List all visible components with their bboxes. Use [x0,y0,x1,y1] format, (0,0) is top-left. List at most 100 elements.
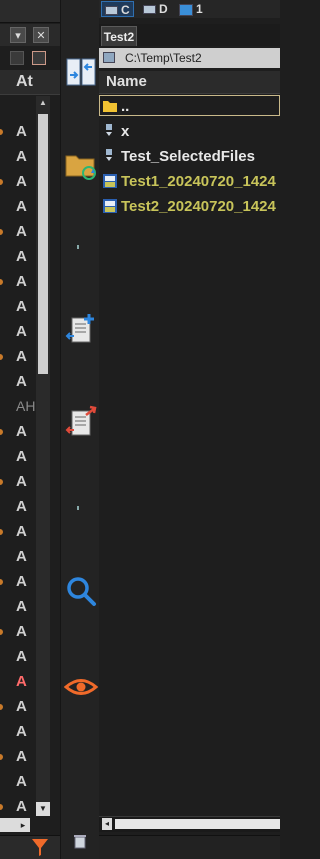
attribute-header-label: At [16,73,33,90]
scroll-thumb[interactable] [115,819,280,829]
attribute-row[interactable]: A [0,171,36,196]
file-list: .. x Test_SelectedFiles Test1_20240720_1… [99,95,280,220]
path-bar[interactable]: C:\Temp\Test2 [99,48,280,68]
attribute-row[interactable]: A [0,246,36,271]
settings-icon[interactable] [32,51,46,65]
tab-test2[interactable]: Test2 [101,26,137,46]
attribute-value: A [16,698,27,715]
attribute-row[interactable]: A [0,121,36,146]
row-marker [0,579,3,585]
list-item[interactable]: Test_SelectedFiles [99,145,280,170]
sync-folder-icon[interactable] [64,148,98,182]
attribute-row[interactable]: A [0,346,36,371]
attribute-row[interactable]: A [0,546,36,571]
scroll-right-arrow-icon[interactable]: ▸ [17,818,29,832]
separator-tick [77,506,79,510]
text-file-icon [103,174,117,188]
attribute-row[interactable]: A [0,296,36,321]
attribute-value: A [16,173,27,190]
command-strip [60,0,100,859]
attribute-value: A [16,423,27,440]
attribute-value: A [16,773,27,790]
dropdown-button[interactable]: ▾ [10,27,26,43]
attribute-row[interactable]: A [0,521,36,546]
attribute-value: A [16,598,27,615]
scroll-left-arrow-icon[interactable]: ◂ [102,818,112,830]
attribute-value: A [16,123,27,140]
row-marker [0,529,3,535]
recycle-bin-icon[interactable] [73,833,87,849]
attribute-row[interactable]: A [0,446,36,471]
row-marker [0,354,3,360]
close-button[interactable]: ✕ [33,27,49,43]
drive-label: 1 [196,2,203,16]
attribute-value: A [16,148,27,165]
attribute-row[interactable]: AH [0,396,36,421]
left-toolbar: ▾ ✕ [0,24,60,46]
hard-drive-icon [143,5,156,15]
attribute-row[interactable]: A [0,771,36,796]
drive-d-button[interactable]: D [143,1,168,17]
file-name: Test2_20240720_1424 [121,198,276,215]
left-row-blank [0,96,36,118]
attribute-row[interactable]: A [0,621,36,646]
move-icon[interactable] [64,405,98,439]
file-list-empty-area[interactable] [99,214,280,814]
attribute-row[interactable]: A [0,646,36,671]
tab-bar: Test2 [99,24,280,46]
search-icon[interactable] [64,575,98,609]
network-drive-button[interactable]: 1 [179,1,203,17]
attribute-row[interactable]: A [0,671,36,696]
list-item[interactable]: Test1_20240720_1424 [99,170,280,195]
drive-label: D [159,2,168,16]
row-marker [0,129,3,135]
attribute-row[interactable]: A [0,421,36,446]
attribute-value: A [16,498,27,515]
scroll-down-arrow-icon[interactable]: ▼ [36,802,50,816]
drive-label: C [121,3,130,17]
attribute-value: A [16,473,27,490]
row-marker [0,704,3,710]
current-path: C:\Temp\Test2 [125,51,202,65]
separator-tick [77,245,79,249]
list-item[interactable]: x [99,120,280,145]
copy-add-icon[interactable] [64,312,98,346]
attribute-value: A [16,573,27,590]
scroll-up-arrow-icon[interactable]: ▲ [36,96,50,110]
scroll-thumb[interactable] [38,114,48,374]
name-header-label: Name [106,73,147,90]
file-name: Test1_20240720_1424 [121,173,276,190]
text-file-icon [103,199,117,213]
right-horizontal-scrollbar[interactable]: ◂ [99,816,280,832]
attribute-value: A [16,648,27,665]
attribute-column-header[interactable]: At [0,70,60,95]
attribute-row[interactable]: A [0,321,36,346]
attribute-row[interactable]: A [0,471,36,496]
name-column-header[interactable]: Name [99,71,280,94]
row-marker [0,179,3,185]
attribute-row[interactable]: A [0,696,36,721]
compare-icon[interactable] [64,55,98,89]
shortcut-icon [106,124,112,136]
drive-c-button[interactable]: C [101,1,134,17]
list-item[interactable]: .. [99,95,280,116]
attribute-row[interactable]: A [0,746,36,771]
folder-icon [103,101,117,112]
right-file-pane: C D 1 Test2 C:\Temp\Test2 Name .. x Test… [99,0,280,859]
attribute-row[interactable]: A [0,496,36,521]
attribute-row[interactable]: A [0,371,36,396]
attribute-row[interactable]: A [0,271,36,296]
attribute-row[interactable]: A [0,596,36,621]
copy-names-icon[interactable] [10,51,24,65]
attribute-row[interactable]: A [0,221,36,246]
view-eye-icon[interactable] [64,670,98,704]
filter-icon[interactable] [30,836,50,858]
attribute-row[interactable]: A [0,196,36,221]
row-marker [0,429,3,435]
attribute-row[interactable]: A [0,571,36,596]
attribute-row[interactable]: A [0,721,36,746]
attribute-value: A [16,673,27,690]
attribute-value: A [16,273,27,290]
attribute-row[interactable]: A [0,146,36,171]
left-vertical-scrollbar[interactable]: ▲ ▼ [36,96,50,816]
